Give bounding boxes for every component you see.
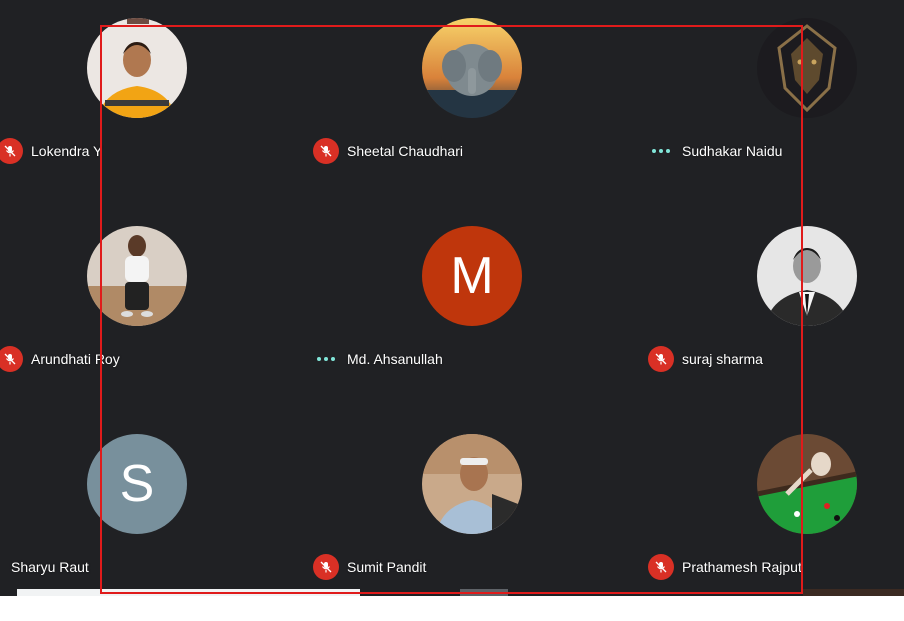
avatar-sumit-pandit xyxy=(422,434,522,534)
avatar-prathamesh-rajput xyxy=(757,434,857,534)
participant-label: Sheetal Chaudhari xyxy=(313,138,463,164)
participant-name: Prathamesh Rajput xyxy=(682,559,802,575)
participant-label: Lokendra Y xyxy=(0,138,102,164)
avatar-photo xyxy=(757,434,857,534)
participant-tile-sudhakar-naidu[interactable]: Sudhakar Naidu xyxy=(648,0,904,208)
avatar-sudhakar-naidu xyxy=(757,18,857,118)
mic-off-icon xyxy=(0,346,23,372)
bottom-strip-light xyxy=(17,589,360,596)
avatar-sharyu-raut: S xyxy=(87,434,187,534)
participant-label: Arundhati Roy xyxy=(0,346,120,372)
speaking-indicator-icon xyxy=(313,346,339,372)
participant-tile-arundhati-roy[interactable]: Arundhati Roy xyxy=(0,208,332,416)
avatar-photo xyxy=(757,18,857,118)
avatar-lokendra-y xyxy=(87,18,187,118)
participant-tile-lokendra-y[interactable]: Lokendra Y xyxy=(0,0,332,208)
avatar-initial: S xyxy=(119,455,155,513)
participant-name: Sheetal Chaudhari xyxy=(347,143,463,159)
participant-tile-sharyu-raut[interactable]: S Sharyu Raut xyxy=(0,416,332,596)
bottom-strip-grey xyxy=(460,589,508,596)
avatar-arundhati-roy xyxy=(87,226,187,326)
participant-name: suraj sharma xyxy=(682,351,763,367)
avatar-sheetal-chaudhari xyxy=(422,18,522,118)
participant-tile-md-ahsanullah[interactable]: M Md. Ahsanullah xyxy=(313,208,648,416)
participant-tile-sheetal-chaudhari[interactable]: Sheetal Chaudhari xyxy=(313,0,648,208)
participant-label: Sumit Pandit xyxy=(313,554,426,580)
bottom-strip-brown xyxy=(803,589,904,596)
participant-tile-prathamesh-rajput[interactable]: Prathamesh Rajput xyxy=(648,416,904,596)
avatar-suraj-sharma xyxy=(757,226,857,326)
meeting-grid: Lokendra Y Sheetal Chaudhari Sudhakar Na… xyxy=(0,0,904,596)
avatar-photo xyxy=(757,226,857,326)
mic-off-icon xyxy=(648,554,674,580)
mic-off-icon xyxy=(648,346,674,372)
mic-off-icon xyxy=(313,554,339,580)
participant-label: Md. Ahsanullah xyxy=(313,346,443,372)
mic-off-icon xyxy=(0,138,23,164)
participant-tile-sumit-pandit[interactable]: Sumit Pandit xyxy=(313,416,648,596)
participant-label: Sharyu Raut xyxy=(0,554,89,580)
participant-tile-suraj-sharma[interactable]: suraj sharma xyxy=(648,208,904,416)
participant-name: Lokendra Y xyxy=(31,143,103,159)
avatar-photo xyxy=(87,18,187,118)
participant-label: suraj sharma xyxy=(648,346,763,372)
avatar-initial: M xyxy=(450,247,494,305)
avatar-photo xyxy=(87,226,187,326)
participant-name: Md. Ahsanullah xyxy=(347,351,443,367)
participant-name: Arundhati Roy xyxy=(31,351,120,367)
participant-name: Sharyu Raut xyxy=(11,559,89,575)
participant-label: Sudhakar Naidu xyxy=(648,138,782,164)
speaking-indicator-icon xyxy=(648,138,674,164)
avatar-md-ahsanullah: M xyxy=(422,226,522,326)
participant-label: Prathamesh Rajput xyxy=(648,554,802,580)
avatar-photo xyxy=(422,18,522,118)
participant-name: Sudhakar Naidu xyxy=(682,143,783,159)
participant-name: Sumit Pandit xyxy=(347,559,427,575)
mic-off-icon xyxy=(313,138,339,164)
avatar-photo xyxy=(422,434,522,534)
